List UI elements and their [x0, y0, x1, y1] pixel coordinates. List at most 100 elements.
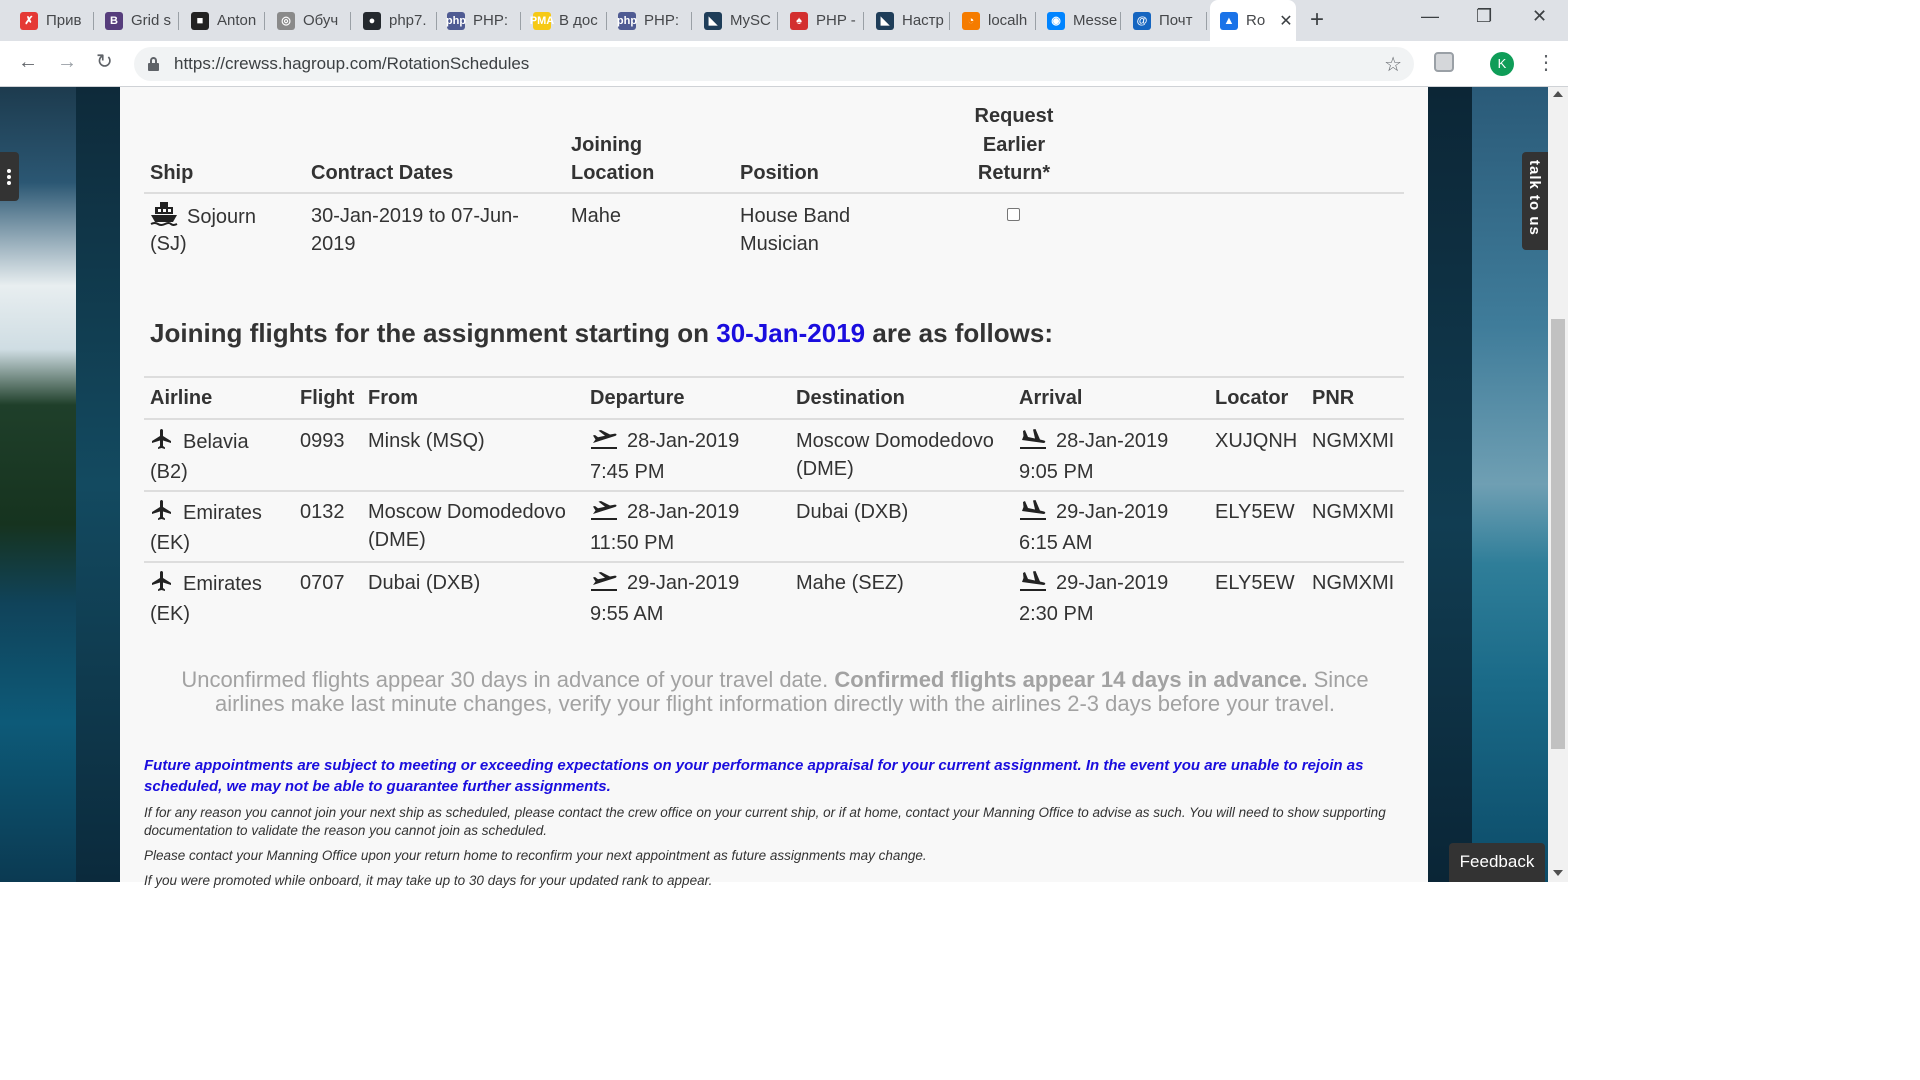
tab-separator — [1206, 12, 1207, 30]
departure-time: 7:45 PM — [590, 461, 665, 483]
header-arrival: Arrival — [1019, 387, 1083, 409]
header-airline: Airline — [150, 387, 213, 409]
talk-to-us-tab[interactable]: talk to us — [1522, 152, 1548, 250]
profile-avatar[interactable]: K — [1490, 52, 1514, 76]
tab-separator — [1120, 12, 1121, 30]
from-location-line2: (DME) — [368, 529, 426, 551]
browser-tab-13[interactable]: ◉ Messe — [1037, 5, 1121, 36]
tab-favicon-icon: php — [446, 11, 466, 30]
browser-tab-8[interactable]: php PHP: — [608, 5, 692, 36]
tab-favicon-icon: ▲ — [1220, 11, 1238, 30]
flight-info-text: Unconfirmed flights appear 30 days in ad… — [181, 667, 1369, 716]
background-image-left — [0, 87, 120, 882]
header-request-line2: Earlier — [982, 134, 1046, 156]
browser-tab-1[interactable]: ✗ Прив — [10, 5, 94, 36]
airline-name: Belavia — [150, 427, 249, 459]
restore-icon[interactable]: ❐ — [1476, 6, 1492, 27]
tab-separator — [178, 12, 179, 30]
arrival-date: 29-Jan-2019 — [1019, 498, 1168, 529]
tab-favicon-icon: ◣ — [876, 11, 894, 30]
header-divider — [144, 192, 1404, 194]
scroll-up-arrow-icon[interactable] — [1553, 91, 1563, 97]
tab-separator — [1035, 12, 1036, 30]
tab-favicon-icon: ✗ — [20, 11, 38, 30]
feedback-button[interactable]: Feedback — [1449, 843, 1545, 882]
header-destination: Destination — [796, 387, 905, 409]
browser-tab-5[interactable]: ● php7. — [353, 5, 437, 36]
pnr-code: NGMXMI — [1312, 501, 1395, 523]
close-tab-icon[interactable]: ✕ — [1279, 11, 1292, 31]
browser-tab-2[interactable]: B Grid s — [95, 5, 179, 36]
ship-icon — [150, 202, 178, 226]
tab-separator — [350, 12, 351, 30]
future-appointments-notice: Future appointments are subject to meeti… — [144, 757, 1364, 795]
browser-tab-6[interactable]: php PHP: — [437, 5, 521, 36]
airplane-icon — [150, 569, 174, 601]
lock-icon — [148, 57, 159, 71]
browser-menu-icon[interactable]: ⋮ — [1536, 50, 1556, 75]
departure-icon — [590, 428, 618, 458]
destination: Moscow Domodedovo — [796, 430, 994, 452]
close-window-icon[interactable]: ✕ — [1532, 6, 1547, 27]
flight-row-divider — [144, 490, 1404, 492]
browser-tab-3[interactable]: ■ Anton — [181, 5, 265, 36]
tab-favicon-icon: ◣ — [704, 11, 722, 30]
departure-time: 9:55 AM — [590, 603, 664, 625]
arrival-time: 6:15 AM — [1019, 532, 1093, 554]
browser-tab-12[interactable]: ◔ localh — [952, 5, 1036, 36]
browser-tab-14[interactable]: @ Почт — [1123, 5, 1207, 36]
browser-tab-11[interactable]: ◣ Настр — [866, 5, 950, 36]
tab-favicon-icon: ◔ — [962, 11, 980, 30]
departure-date-text: 29-Jan-2019 — [627, 572, 740, 594]
tab-separator — [264, 12, 265, 30]
tab-favicon-icon: ■ — [191, 11, 209, 30]
extension-icon[interactable] — [1434, 52, 1454, 72]
request-earlier-return-checkbox[interactable] — [1007, 208, 1020, 221]
scrollbar-thumb[interactable] — [1551, 319, 1565, 749]
browser-tab-10[interactable]: ♠ PHP - — [780, 5, 864, 36]
tab-favicon-icon: @ — [1133, 11, 1151, 30]
header-pnr: PNR — [1312, 387, 1355, 409]
browser-tab-7[interactable]: PMA В дос — [523, 5, 607, 36]
ship-code: (SJ) — [150, 233, 187, 255]
header-departure: Departure — [590, 387, 685, 409]
promotion-notice: If you were promoted while onboard, it m… — [144, 873, 713, 888]
new-tab-button[interactable]: + — [1310, 8, 1324, 32]
arrival-icon — [1019, 499, 1047, 529]
tab-favicon-icon: ♠ — [790, 11, 808, 30]
reconfirm-notice: Please contact your Manning Office upon … — [144, 848, 927, 863]
from-location: Minsk (MSQ) — [368, 430, 485, 452]
omnibox[interactable]: https://crewss.hagroup.com/RotationSched… — [134, 47, 1414, 81]
airline-name: Emirates — [150, 498, 262, 530]
tab-label: PHP: — [644, 12, 680, 29]
bookmark-star-icon[interactable]: ☆ — [1384, 52, 1402, 77]
minimize-icon[interactable]: — — [1421, 6, 1439, 27]
reload-icon[interactable]: ↻ — [96, 52, 113, 72]
destination-line2: (DME) — [796, 458, 854, 480]
tab-label: Почт — [1159, 12, 1193, 29]
position-line1: House Band — [740, 205, 851, 227]
forward-arrow-icon[interactable]: → — [57, 52, 77, 72]
locator-code: ELY5EW — [1215, 501, 1295, 523]
browser-tab-15[interactable]: ▲ Ro ✕ — [1210, 0, 1296, 41]
tab-label: php7. — [389, 12, 427, 29]
tab-favicon-icon: ● — [363, 11, 381, 30]
scroll-down-arrow-icon[interactable] — [1553, 870, 1563, 876]
tab-favicon-icon: php — [617, 11, 637, 30]
tab-favicon-icon: B — [105, 11, 123, 30]
back-arrow-icon[interactable]: ← — [18, 52, 38, 72]
airline-code: (EK) — [150, 603, 190, 625]
airline-name-text: Belavia — [183, 431, 249, 453]
browser-tab-4[interactable]: ◎ Обуч — [267, 5, 351, 36]
tab-label: Anton — [217, 12, 257, 29]
url-text[interactable]: https://crewss.hagroup.com/RotationSched… — [174, 54, 529, 74]
browser-tab-strip: ✗ Прив B Grid s ■ Anton ◎ Обуч ● php7. php PHP: PMA… — [0, 0, 1568, 41]
tab-label: PHP - — [816, 12, 856, 29]
address-bar: ← → ↻ https://crewss.hagroup.com/Rotatio… — [0, 41, 1568, 87]
tab-label: Ro — [1246, 12, 1266, 29]
airline-code: (B2) — [150, 461, 188, 483]
header-joining-location-line1: Joining — [571, 134, 643, 156]
page-scrollbar[interactable] — [1548, 87, 1568, 882]
browser-tab-9[interactable]: ◣ MySC — [694, 5, 778, 36]
side-menu-handle[interactable] — [0, 152, 19, 201]
